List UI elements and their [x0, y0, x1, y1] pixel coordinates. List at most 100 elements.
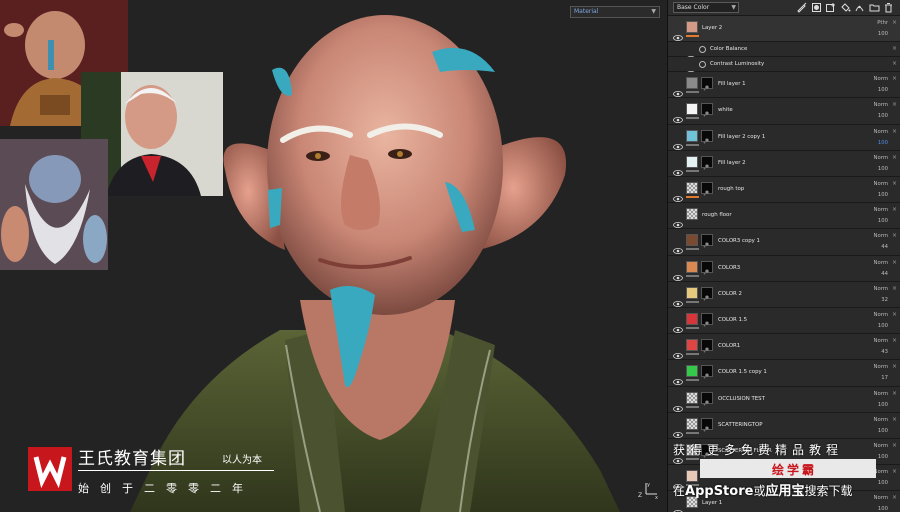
close-icon[interactable]: ×: [892, 128, 897, 135]
opacity-value[interactable]: 100: [878, 113, 888, 119]
layer-thumbnail[interactable]: [686, 313, 698, 325]
opacity-value[interactable]: 100: [878, 31, 888, 37]
close-icon[interactable]: ×: [892, 494, 897, 501]
blend-mode[interactable]: Norm: [874, 181, 888, 187]
opacity-value[interactable]: 17: [881, 375, 888, 381]
layer-thumbnail[interactable]: [686, 391, 698, 404]
eye-icon[interactable]: [673, 161, 683, 176]
layer-row[interactable]: COLOR 2 Norm 32 ×: [668, 281, 900, 308]
eye-icon[interactable]: [673, 318, 683, 334]
close-icon[interactable]: ×: [892, 442, 897, 449]
3d-viewport[interactable]: Material ▼ Z y x W 王氏教育集团 以人为本 始创于二零零二年: [0, 0, 667, 512]
opacity-value[interactable]: 100: [878, 218, 888, 224]
layer-thumbnail[interactable]: [686, 21, 698, 33]
layer-thumbnail[interactable]: [686, 182, 698, 194]
fill-layer-icon[interactable]: [840, 2, 851, 13]
effect-row[interactable]: Contrast Luminosity ×: [668, 57, 900, 77]
eye-icon[interactable]: [673, 135, 683, 150]
eye-icon[interactable]: [673, 108, 683, 124]
layer-mask-thumbnail[interactable]: [701, 313, 713, 327]
layer-thumbnail[interactable]: [686, 234, 698, 247]
eye-icon[interactable]: [673, 213, 683, 229]
blend-mode[interactable]: Norm: [874, 312, 888, 318]
eye-icon[interactable]: [673, 344, 683, 360]
layer-mask-thumbnail[interactable]: [701, 286, 713, 301]
eye-icon[interactable]: [673, 26, 683, 42]
close-icon[interactable]: ×: [892, 259, 897, 266]
opacity-value[interactable]: 100: [878, 140, 888, 146]
layer-thumbnail[interactable]: [686, 286, 698, 299]
layer-row[interactable]: COLOR1 Norm 43 ×: [668, 334, 900, 361]
opacity-value[interactable]: 100: [878, 506, 888, 512]
opacity-value[interactable]: 100: [878, 428, 888, 434]
layer-mask-thumbnail[interactable]: [701, 417, 713, 432]
blend-mode[interactable]: Norm: [874, 391, 888, 397]
close-icon[interactable]: ×: [892, 285, 897, 292]
layer-mask-thumbnail[interactable]: [701, 129, 713, 144]
layer-mask-icon[interactable]: [811, 2, 822, 13]
eye-icon[interactable]: [673, 370, 683, 386]
layer-thumbnail[interactable]: [686, 129, 698, 142]
layer-row[interactable]: Fill layer 2 copy 1 Norm 100 ×: [668, 124, 900, 151]
eye-icon[interactable]: [673, 82, 683, 98]
layer-row[interactable]: SCATTERINGTOP Norm 100 ×: [668, 412, 900, 439]
close-icon[interactable]: ×: [892, 19, 897, 26]
eye-icon[interactable]: [673, 423, 683, 438]
blend-mode[interactable]: Norm: [874, 207, 888, 213]
close-icon[interactable]: ×: [892, 45, 897, 52]
close-icon[interactable]: ×: [892, 75, 897, 82]
layer-thumbnail[interactable]: [686, 103, 698, 116]
close-icon[interactable]: ×: [892, 390, 897, 397]
blend-mode[interactable]: Norm: [874, 443, 888, 449]
blend-mode[interactable]: Pthr: [877, 20, 888, 26]
layer-mask-thumbnail[interactable]: [701, 103, 713, 117]
blend-mode[interactable]: Norm: [874, 364, 888, 370]
opacity-value[interactable]: 44: [881, 244, 888, 250]
blend-mode[interactable]: Norm: [874, 338, 888, 344]
close-icon[interactable]: ×: [892, 60, 897, 67]
opacity-value[interactable]: 43: [881, 349, 888, 355]
eye-icon[interactable]: [673, 501, 683, 512]
opacity-value[interactable]: 44: [881, 271, 888, 277]
layer-mask-thumbnail[interactable]: [701, 339, 713, 353]
delete-icon[interactable]: [883, 2, 894, 13]
layer-row[interactable]: Fill layer 1 Norm 100 ×: [668, 72, 900, 99]
paint-icon[interactable]: [796, 2, 807, 13]
layer-thumbnail[interactable]: [686, 260, 698, 273]
blend-mode[interactable]: Norm: [874, 76, 888, 82]
layer-mask-thumbnail[interactable]: [701, 155, 713, 170]
opacity-value[interactable]: 100: [878, 454, 888, 460]
layer-row[interactable]: OCCLUSION TEST Norm 100 ×: [668, 386, 900, 413]
material-select[interactable]: Material ▼: [570, 6, 660, 18]
close-icon[interactable]: ×: [892, 363, 897, 370]
opacity-value[interactable]: 32: [881, 297, 888, 303]
close-icon[interactable]: ×: [892, 101, 897, 108]
close-icon[interactable]: ×: [892, 154, 897, 161]
channel-select[interactable]: Base Color ▼: [673, 2, 739, 13]
layer-thumbnail[interactable]: [686, 155, 698, 168]
blend-mode[interactable]: Norm: [874, 417, 888, 423]
close-icon[interactable]: ×: [892, 416, 897, 423]
blend-mode[interactable]: Norm: [874, 129, 888, 135]
opacity-value[interactable]: 100: [878, 87, 888, 93]
effect-icon[interactable]: [854, 2, 865, 13]
layer-row[interactable]: Fill layer 2 Norm 100 ×: [668, 150, 900, 177]
layer-mask-thumbnail[interactable]: [701, 391, 713, 406]
layer-row[interactable]: COLOR3 Norm 44 ×: [668, 255, 900, 282]
layer-mask-thumbnail[interactable]: [701, 365, 713, 379]
blend-mode[interactable]: Norm: [874, 102, 888, 108]
close-icon[interactable]: ×: [892, 206, 897, 213]
folder-icon[interactable]: [869, 2, 880, 13]
layer-row[interactable]: white Norm 100 ×: [668, 98, 900, 125]
layer-row[interactable]: Layer 2 Pthr 100 ×: [668, 16, 900, 43]
layer-mask-thumbnail[interactable]: [701, 234, 713, 248]
layer-row[interactable]: COLOR 1.5 Norm 100 ×: [668, 308, 900, 335]
opacity-value[interactable]: 100: [878, 402, 888, 408]
layer-row[interactable]: rough floor Norm 100 ×: [668, 203, 900, 230]
layer-mask-thumbnail[interactable]: [701, 182, 713, 196]
opacity-value[interactable]: 100: [878, 480, 888, 486]
opacity-value[interactable]: 100: [878, 192, 888, 198]
effect-row[interactable]: Color Balance ×: [668, 42, 900, 62]
eye-icon[interactable]: [673, 397, 683, 412]
layer-thumbnail[interactable]: [686, 77, 698, 90]
